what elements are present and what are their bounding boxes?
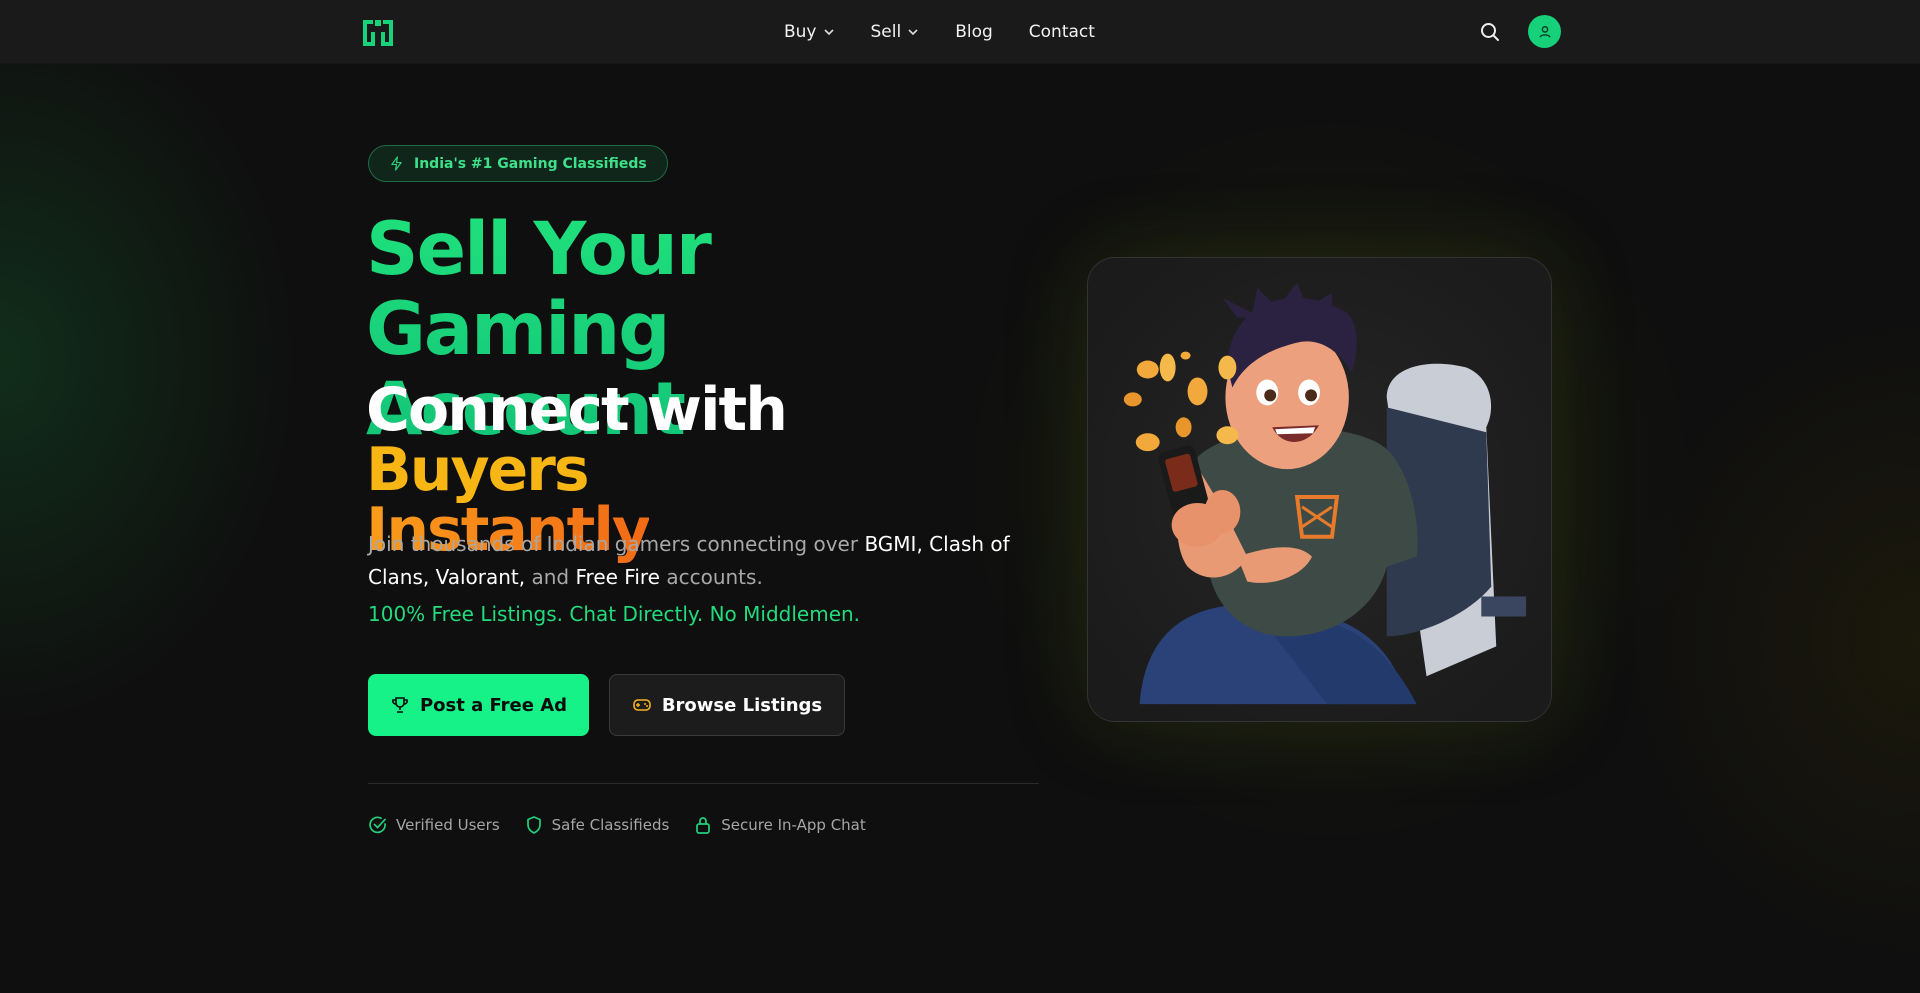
desc-games-2: Free Fire — [575, 565, 660, 589]
gamepad-icon — [633, 699, 651, 711]
nav-blog[interactable]: Blog — [955, 22, 993, 42]
chevron-down-icon — [823, 29, 834, 36]
trust-secure-chat-label: Secure In-App Chat — [721, 816, 866, 834]
hero-illustration-card — [1087, 257, 1552, 722]
post-free-ad-button[interactable]: Post a Free Ad — [368, 674, 589, 736]
top-nav: Buy Sell Blog Contact — [0, 0, 1920, 64]
nav-contact[interactable]: Contact — [1029, 22, 1095, 42]
trophy-icon — [391, 697, 408, 713]
lock-icon — [696, 817, 711, 834]
trust-item-secure-chat: Secure In-App Chat — [693, 815, 866, 835]
browse-listings-label: Browse Listings — [661, 694, 823, 716]
trust-badges: Verified Users Safe Classifieds Secure I… — [368, 815, 866, 835]
trust-item-verified: Verified Users — [368, 815, 500, 835]
user-avatar-button[interactable] — [1528, 15, 1561, 48]
nav-blog-label: Blog — [955, 22, 993, 42]
trust-verified-label: Verified Users — [396, 816, 500, 834]
user-icon — [1538, 25, 1551, 38]
trust-safe-label: Safe Classifieds — [551, 816, 670, 834]
hero-badge: India's #1 Gaming Classifieds — [368, 145, 668, 182]
nav-links: Buy Sell Blog Contact — [784, 0, 1131, 64]
nav-sell-label: Sell — [870, 22, 902, 42]
shield-icon — [526, 816, 541, 834]
search-icon[interactable] — [1478, 20, 1502, 44]
nav-sell[interactable]: Sell — [871, 22, 920, 42]
desc-and: and — [531, 565, 570, 589]
divider — [368, 783, 1039, 784]
desc-prefix: Join thousands of Indian gamers connecti… — [368, 532, 859, 556]
nav-contact-label: Contact — [1028, 22, 1095, 42]
badge-text: India's #1 Gaming Classifieds — [414, 155, 647, 172]
hero-description: Join thousands of Indian gamers connecti… — [368, 528, 1028, 594]
hero-tagline: 100% Free Listings. Chat Directly. No Mi… — [368, 602, 861, 626]
lightning-icon — [391, 156, 402, 171]
desc-suffix: accounts. — [666, 565, 763, 589]
nav-buy[interactable]: Buy — [784, 22, 835, 42]
nav-buy-label: Buy — [784, 22, 817, 42]
browse-listings-button[interactable]: Browse Listings — [609, 674, 845, 736]
gamepad-logo-icon[interactable] — [361, 16, 395, 50]
post-free-ad-label: Post a Free Ad — [419, 694, 568, 716]
heading-line-1: Sell Your Gaming — [366, 207, 710, 372]
trust-item-safe: Safe Classifieds — [524, 815, 670, 835]
check-circle-icon — [369, 816, 386, 834]
chevron-down-icon — [908, 29, 918, 36]
gamer-illustration — [1088, 258, 1551, 721]
